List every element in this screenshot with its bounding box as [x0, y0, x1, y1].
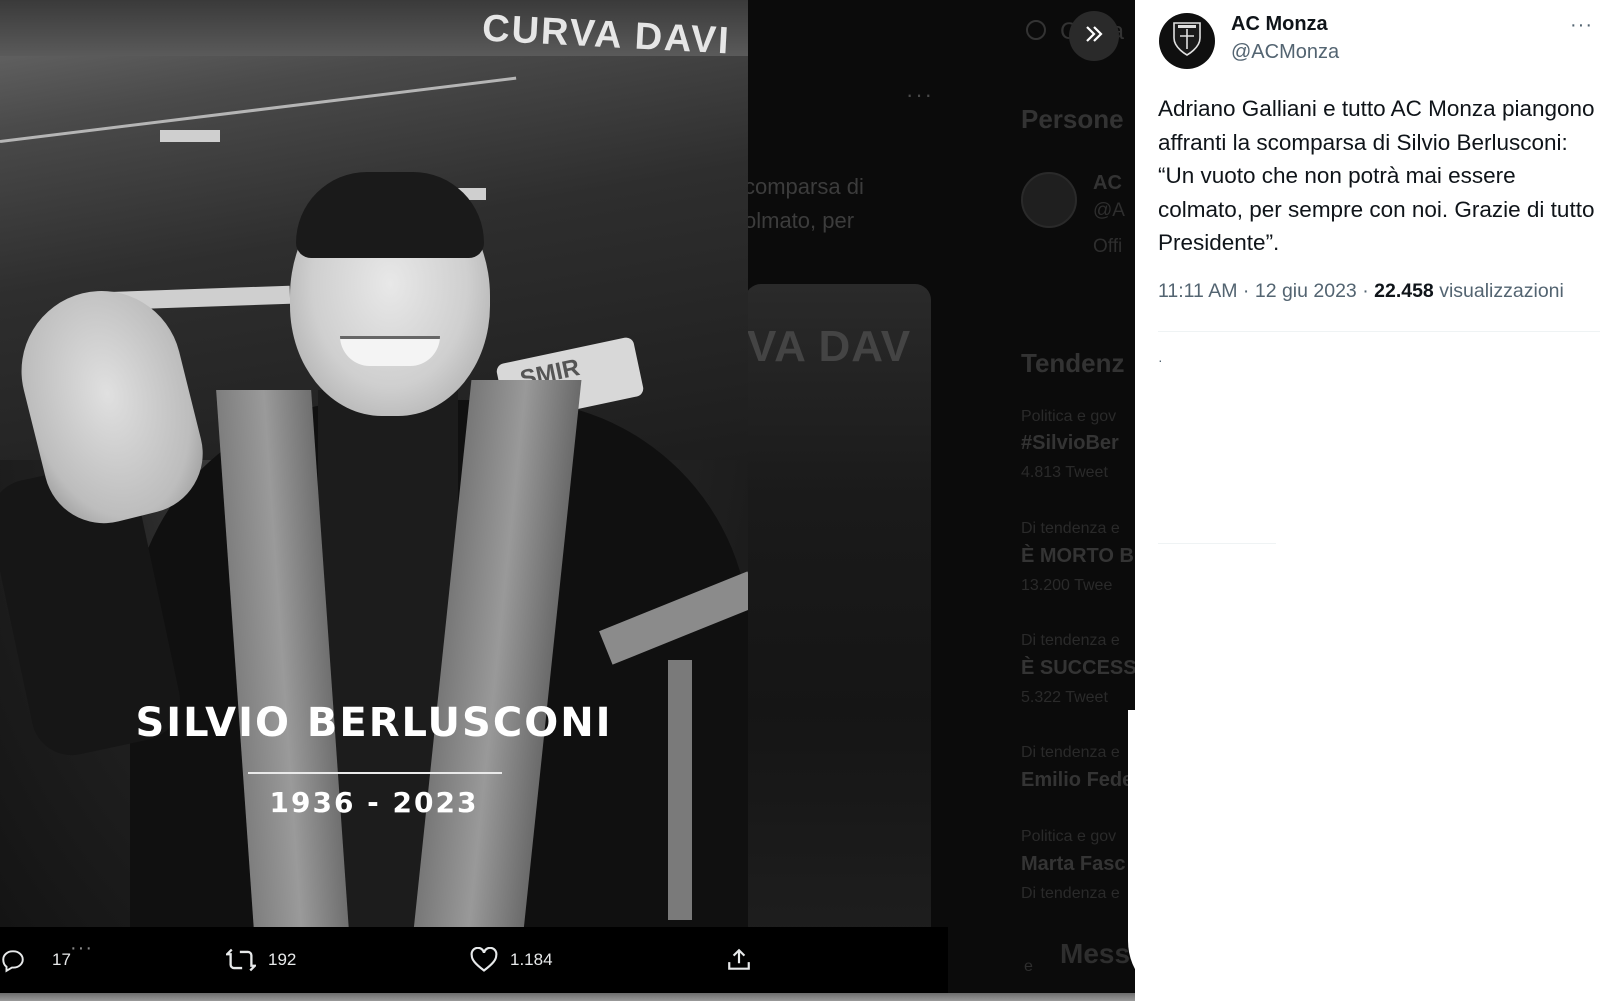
retweet-icon [226, 947, 256, 973]
bg-trend-count: 13.200 Twee [1021, 577, 1113, 594]
bg-account-bio: Offi [1093, 236, 1123, 257]
bg-trend-name: È MORTO B [1021, 545, 1134, 567]
share-button[interactable] [726, 947, 752, 973]
bg-account-name: AC [1093, 172, 1122, 194]
portrait-hair [296, 172, 484, 258]
bg-media-banner: VA DAV [747, 322, 912, 371]
bg-trend-category: Di tendenza e [1021, 744, 1120, 761]
bg-trend-category: Politica e gov [1021, 408, 1117, 425]
tweet-meta: 11:11 AM · 12 giu 2023 · 22.458 visualiz… [1158, 280, 1564, 303]
tweet-photo[interactable]: CURVA DAVI SMIR SILVIO BERLUSCONI 1936 -… [0, 0, 748, 927]
bg-tweet-line-2: olmato, per [744, 208, 855, 233]
bg-messages-label: Mess [1060, 938, 1131, 969]
bg-account-avatar [1021, 172, 1077, 228]
tweet-date[interactable]: 12 giu 2023 [1255, 280, 1357, 302]
bg-trend-count: Di tendenza e [1021, 885, 1120, 902]
views-label: visualizzazioni [1439, 280, 1564, 302]
bg-tweet-media: VA DAV [745, 284, 931, 995]
tweet-action-bar: 17 ··· 192 1.184 [0, 927, 948, 993]
memorial-name: SILVIO BERLUSCONI [135, 700, 613, 746]
expand-button[interactable] [1069, 11, 1119, 61]
bg-trend-category: Di tendenza e [1021, 520, 1120, 537]
reply-button[interactable]: 17 [0, 947, 71, 973]
retweet-count: 192 [268, 950, 297, 969]
author-name[interactable]: AC Monza [1231, 13, 1328, 36]
views-count: 22.458 [1374, 280, 1434, 302]
bg-more-icon: ··· [906, 82, 934, 107]
divider [1158, 331, 1600, 332]
share-icon [726, 947, 752, 973]
stray-mark: · [1158, 352, 1163, 368]
tweet-time[interactable]: 11:11 AM [1158, 280, 1238, 302]
bg-trend-name: Marta Fasc [1021, 853, 1126, 875]
bg-who-to-follow-title: Persone [1021, 104, 1124, 134]
author-handle[interactable]: @ACMonza [1231, 41, 1339, 64]
like-button[interactable]: 1.184 [470, 947, 553, 973]
memorial-years: 1936 - 2023 [269, 786, 479, 819]
more-icon[interactable]: ··· [70, 937, 93, 960]
reply-count: 17 [52, 950, 71, 969]
author-avatar[interactable] [1159, 13, 1215, 69]
bg-trend-category: Di tendenza e [1021, 632, 1120, 649]
divider [1158, 543, 1276, 544]
bg-trend-count: 4.813 Tweet [1021, 464, 1108, 481]
bg-messages-dot: e [1024, 958, 1033, 975]
bg-trend-name: È SUCCESS [1021, 657, 1135, 679]
tweet-text: Adriano Galliani e tutto AC Monza piango… [1158, 96, 1595, 255]
monza-crest-icon [1170, 20, 1204, 63]
like-icon [470, 947, 498, 973]
window-bottom-edge [0, 993, 1210, 1001]
expand-chevrons-icon [1082, 22, 1106, 51]
meta-separator: · [1356, 280, 1375, 302]
search-icon [1026, 20, 1046, 40]
portrait-smile [340, 336, 440, 366]
meta-separator: · [1237, 280, 1255, 302]
bg-tweet-text: comparsa di olmato, per [744, 170, 864, 238]
bg-trend-count: 5.322 Tweet [1021, 689, 1108, 706]
bg-trends-title: Tendenz [1021, 348, 1125, 378]
reply-icon [0, 947, 26, 973]
bg-tweet-line-1: comparsa di [744, 174, 864, 199]
memorial-divider [248, 772, 502, 774]
bg-trend-category: Politica e gov [1021, 828, 1117, 845]
like-count: 1.184 [510, 950, 553, 969]
retweet-button[interactable]: 192 [226, 947, 296, 973]
tweet-detail-panel: AC Monza @ACMonza ··· Adriano Galliani e… [1135, 0, 1600, 1001]
tweet-more-icon[interactable]: ··· [1570, 14, 1593, 37]
bg-trend-name: Emilio Fede [1021, 769, 1134, 791]
bg-account-handle: @A [1093, 200, 1125, 221]
bg-trend-name: #SilvioBer [1021, 432, 1119, 454]
